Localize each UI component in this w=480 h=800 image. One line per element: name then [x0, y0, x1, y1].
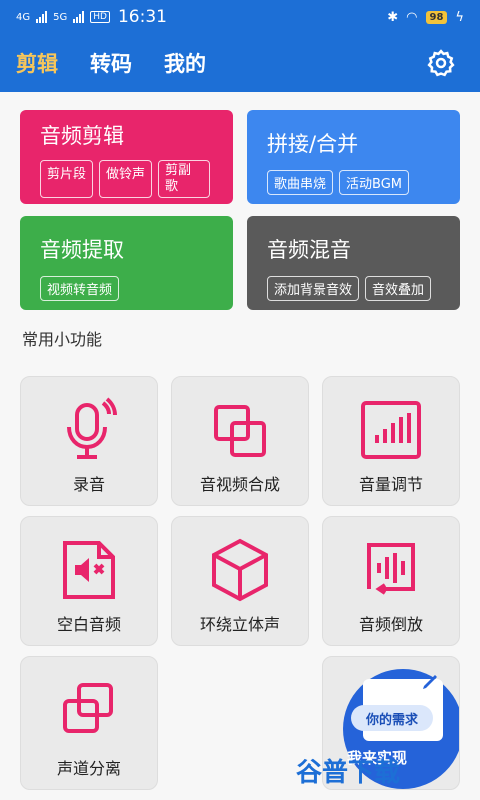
chip-medley[interactable]: 歌曲串烧 [267, 170, 334, 195]
card-audio-edit[interactable]: 音频剪辑 剪片段 做铃声 剪副歌 [20, 110, 233, 204]
signal-indicators: 4G 5G HD [16, 11, 110, 23]
card-title: 音频提取 [40, 238, 124, 262]
tool-surround[interactable]: 环绕立体声 [171, 516, 309, 646]
network-label-1: 4G [16, 11, 31, 23]
tool-label: 音量调节 [358, 475, 423, 494]
card-title: 拼接/合并 [267, 132, 359, 156]
chip-video-to-audio[interactable]: 视频转音频 [40, 276, 120, 301]
tool-av-merge[interactable]: 音视频合成 [171, 376, 309, 506]
chip-ringtone[interactable]: 做铃声 [99, 160, 153, 198]
top-nav: 剪辑 转码 我的 [0, 34, 480, 92]
microphone-icon [67, 397, 117, 459]
volume-bars-icon [361, 401, 421, 459]
card-title: 音频混音 [267, 238, 351, 262]
signal-1-icon [36, 11, 48, 23]
tool-label: 音频倒放 [358, 615, 423, 634]
network-label-2: 5G [53, 11, 68, 23]
card-extract[interactable]: 音频提取 视频转音频 [20, 216, 233, 310]
tool-label: 音视频合成 [199, 475, 280, 494]
watermark-text: 谷普下载 [296, 758, 401, 788]
chip-clip[interactable]: 剪片段 [40, 160, 94, 198]
promo-need-label: 你的需求 [351, 705, 433, 731]
tab-edit[interactable]: 剪辑 [16, 48, 58, 78]
bluetooth-icon: ✱ [387, 9, 399, 25]
battery-icon: 98 [425, 10, 448, 24]
hd-badge: HD [90, 11, 110, 23]
section-title: 常用小功能 [22, 330, 103, 349]
tool-blank-audio[interactable]: 空白音频 [20, 516, 158, 646]
chip-chorus[interactable]: 剪副歌 [158, 160, 211, 198]
tool-label: 空白音频 [56, 615, 121, 634]
tool-reverse[interactable]: 音频倒放 [322, 516, 460, 646]
tool-label: 声道分离 [56, 759, 121, 778]
status-bar: 4G 5G HD 16:31 ✱ ◠ 98 ϟ [0, 0, 480, 34]
tab-mine[interactable]: 我的 [164, 48, 206, 78]
merge-squares-icon [214, 405, 266, 457]
chip-bgm[interactable]: 活动BGM [339, 170, 409, 195]
status-time: 16:31 [117, 7, 167, 27]
waveform-reverse-icon [367, 543, 415, 595]
tab-transcode[interactable]: 转码 [90, 48, 132, 78]
signal-2-icon [73, 11, 85, 23]
mute-file-icon [63, 541, 115, 599]
tool-record[interactable]: 录音 [20, 376, 158, 506]
chip-add-bg-effect[interactable]: 添加背景音效 [267, 276, 360, 301]
tool-channel-split[interactable]: 声道分离 [20, 656, 158, 790]
charging-icon: ϟ [455, 9, 464, 25]
card-title: 音频剪辑 [40, 124, 124, 148]
tool-label: 环绕立体声 [199, 615, 280, 634]
tool-label: 录音 [72, 475, 105, 494]
cube-icon [212, 538, 268, 602]
card-mix[interactable]: 音频混音 添加背景音效 音效叠加 [247, 216, 460, 310]
split-squares-icon [63, 683, 113, 733]
wifi-icon: ◠ [406, 9, 418, 25]
tool-volume[interactable]: 音量调节 [322, 376, 460, 506]
chip-effect-overlay[interactable]: 音效叠加 [365, 276, 432, 301]
main-content: 音频剪辑 剪片段 做铃声 剪副歌 拼接/合并 歌曲串烧 活动BGM 音频提取 视… [0, 92, 480, 800]
gear-icon[interactable] [426, 48, 456, 78]
card-merge[interactable]: 拼接/合并 歌曲串烧 活动BGM [247, 110, 460, 204]
pencil-icon [423, 675, 437, 689]
